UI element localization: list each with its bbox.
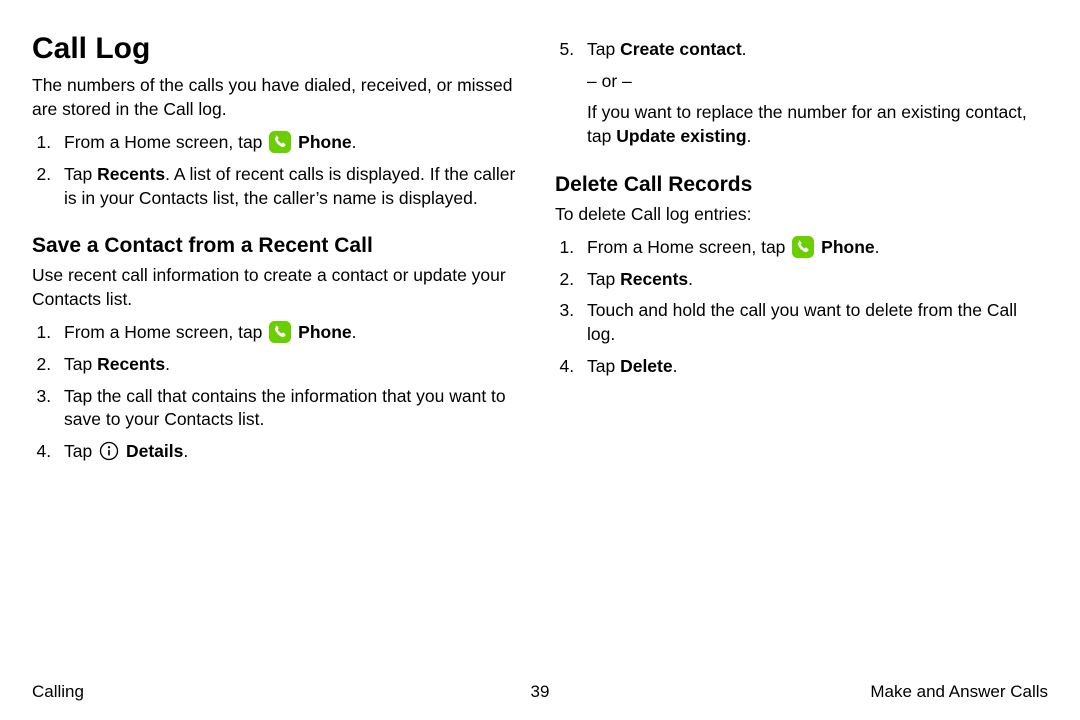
sc-step-4-post: .: [183, 441, 188, 461]
sc-step-5-bold: Create contact: [620, 39, 742, 59]
sc-step-4-pre: Tap: [64, 441, 97, 461]
sc-step-5: Tap Create contact. – or – If you want t…: [579, 38, 1048, 149]
step-1-bold: Phone: [298, 132, 351, 152]
sc-step-2-bold: Recents: [97, 354, 165, 374]
update-existing-text: If you want to replace the number for an…: [587, 101, 1048, 148]
footer-page-number: 39: [32, 682, 1048, 702]
update-existing-bold: Update existing: [616, 126, 746, 146]
step-1: From a Home screen, tap Phone.: [56, 131, 525, 155]
or-divider-text: – or –: [587, 70, 1048, 94]
phone-app-icon: [269, 131, 291, 153]
dr-step-1-post: .: [875, 237, 880, 257]
intro-text: The numbers of the calls you have dialed…: [32, 74, 525, 121]
sc-step-4: Tap Details.: [56, 440, 525, 464]
save-contact-intro: Use recent call information to create a …: [32, 264, 525, 311]
save-contact-steps-continued: Tap Create contact. – or – If you want t…: [555, 38, 1048, 149]
page-footer: Calling 39 Make and Answer Calls: [32, 682, 1048, 702]
info-details-icon: [99, 441, 119, 461]
sc-step-1-bold: Phone: [298, 322, 351, 342]
step-1-post: .: [352, 132, 357, 152]
step-2-bold: Recents: [97, 164, 165, 184]
left-column: Call Log The numbers of the calls you ha…: [32, 30, 525, 472]
dr-step-2-bold: Recents: [620, 269, 688, 289]
dr-step-1: From a Home screen, tap Phone.: [579, 236, 1048, 260]
dr-step-2: Tap Recents.: [579, 268, 1048, 292]
dr-step-1-pre: From a Home screen, tap: [587, 237, 790, 257]
sc-step-5-pre: Tap: [587, 39, 620, 59]
dr-step-4-bold: Delete: [620, 356, 673, 376]
sc-step-4-bold: Details: [126, 441, 183, 461]
sc-step-2-pre: Tap: [64, 354, 97, 374]
step-2: Tap Recents. A list of recent calls is d…: [56, 163, 525, 210]
step-2-pre: Tap: [64, 164, 97, 184]
heading-save-contact: Save a Contact from a Recent Call: [32, 234, 525, 258]
sc-step-2: Tap Recents.: [56, 353, 525, 377]
heading-delete-records: Delete Call Records: [555, 173, 1048, 197]
phone-app-icon: [792, 236, 814, 258]
dr-step-3: Touch and hold the call you want to dele…: [579, 299, 1048, 346]
sc-step-1-pre: From a Home screen, tap: [64, 322, 267, 342]
sc-step-2-post: .: [165, 354, 170, 374]
manual-page: Call Log The numbers of the calls you ha…: [0, 0, 1080, 720]
sc-step-5-post: .: [742, 39, 747, 59]
save-contact-steps: From a Home screen, tap Phone. Tap Recen…: [32, 321, 525, 463]
step-1-pre: From a Home screen, tap: [64, 132, 267, 152]
phone-app-icon: [269, 321, 291, 343]
two-column-layout: Call Log The numbers of the calls you ha…: [32, 30, 1048, 472]
sc-step-1: From a Home screen, tap Phone.: [56, 321, 525, 345]
call-log-steps: From a Home screen, tap Phone. Tap Recen…: [32, 131, 525, 210]
dr-step-2-post: .: [688, 269, 693, 289]
dr-step-4-pre: Tap: [587, 356, 620, 376]
update-existing-post: .: [747, 126, 752, 146]
sc-step-3: Tap the call that contains the informati…: [56, 385, 525, 432]
delete-records-steps: From a Home screen, tap Phone. Tap Recen…: [555, 236, 1048, 378]
sc-step-1-post: .: [352, 322, 357, 342]
right-column: Tap Create contact. – or – If you want t…: [555, 30, 1048, 472]
heading-call-log: Call Log: [32, 32, 525, 66]
dr-step-2-pre: Tap: [587, 269, 620, 289]
dr-step-1-bold: Phone: [821, 237, 874, 257]
delete-records-intro: To delete Call log entries:: [555, 203, 1048, 227]
dr-step-4: Tap Delete.: [579, 355, 1048, 379]
dr-step-4-post: .: [673, 356, 678, 376]
